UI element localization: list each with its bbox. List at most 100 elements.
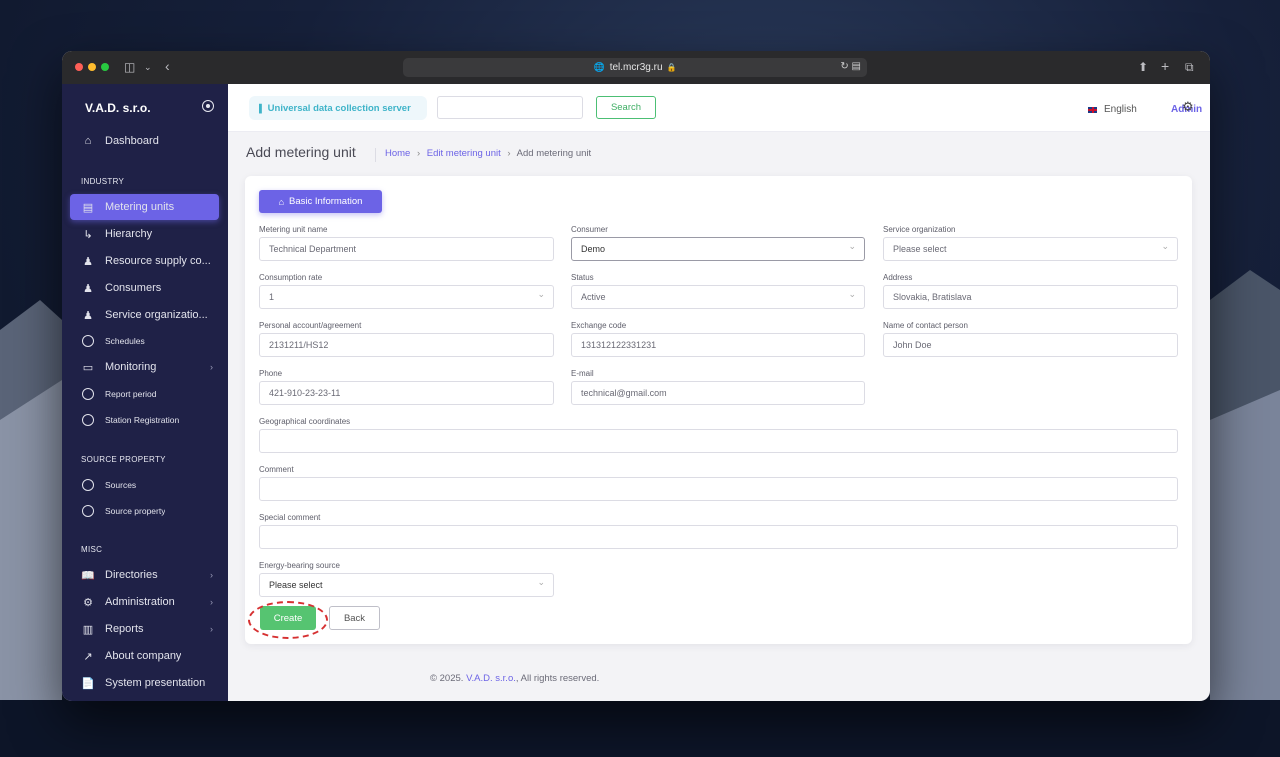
consumer-select[interactable]: Demo (571, 237, 865, 261)
server-icon: ▤ (82, 201, 94, 214)
tab-basic-information[interactable]: ⌂ Basic Information (259, 190, 382, 213)
sidebar-item-report-period[interactable]: Report period (70, 381, 219, 407)
breadcrumb-current: Add metering unit (516, 148, 592, 159)
label-geo-coordinates: Geographical coordinates (259, 417, 351, 426)
breadcrumb: Home › Edit metering unit › Add metering… (375, 148, 591, 162)
sidebar: V.A.D. s.r.o. ⌂ Dashboard INDUSTRY ▤ Met… (62, 84, 228, 701)
sidebar-item-about-company[interactable]: ↗ About company (70, 643, 219, 669)
circle-icon (82, 479, 94, 491)
monitor-icon: ▭ (82, 361, 94, 374)
book-icon: 📖 (81, 569, 95, 582)
reload-icon[interactable]: ↻ ▤ (840, 61, 861, 72)
back-nav-icon[interactable]: ‹ (165, 58, 170, 74)
language-selector[interactable]: English (1087, 104, 1137, 115)
back-button[interactable]: Back (329, 606, 380, 630)
sidebar-toggle-icon[interactable]: ◫ (124, 60, 135, 74)
section-misc: MISC (81, 545, 103, 554)
close-window-button[interactable] (75, 63, 83, 71)
energy-source-select[interactable]: Please select (259, 573, 554, 597)
users-icon: ♟ (83, 309, 93, 322)
sidebar-item-label: System presentation (105, 677, 206, 689)
form-card: ⌂ Basic Information Metering unit name T… (245, 176, 1192, 644)
settings-gear-icon[interactable]: ⚙ (1182, 99, 1194, 115)
minimize-window-button[interactable] (88, 63, 96, 71)
sidebar-item-system-presentation[interactable]: 📄 System presentation (70, 670, 219, 696)
sidebar-item-administration[interactable]: ⚙ Administration › (70, 589, 219, 615)
chevron-down-icon[interactable]: ⌄ (144, 62, 152, 73)
email-input[interactable]: technical@gmail.com (571, 381, 865, 405)
home-icon: ⌂ (84, 135, 92, 147)
geo-coordinates-input[interactable] (259, 429, 1178, 453)
file-icon: 📄 (81, 677, 95, 690)
gear-icon: ⚙ (83, 596, 93, 609)
sidebar-item-monitoring[interactable]: ▭ Monitoring › (70, 354, 219, 380)
breadcrumb-separator-icon: › (507, 148, 511, 159)
sidebar-item-label: Metering units (105, 201, 175, 213)
sidebar-item-resource-supply[interactable]: ♟ Resource supply co... (70, 248, 219, 274)
label-email: E-mail (571, 369, 594, 378)
sidebar-item-consumers[interactable]: ♟ Consumers (70, 275, 219, 301)
circle-icon (82, 505, 94, 517)
section-source-property: SOURCE PROPERTY (81, 455, 166, 464)
search-button[interactable]: Search (596, 96, 656, 119)
consumption-rate-select[interactable]: 1 (259, 285, 554, 309)
address-bar[interactable]: 🌐 tel.mcr3g.ru 🔒 ↻ ▤ (403, 58, 867, 77)
comment-input[interactable] (259, 477, 1178, 501)
chevron-right-icon: › (210, 570, 213, 580)
sidebar-item-label: Directories (105, 569, 158, 581)
label-comment: Comment (259, 465, 294, 474)
page-title: Add metering unit (246, 144, 356, 160)
sidebar-item-source-property[interactable]: Source property (70, 498, 219, 524)
bar-chart-icon: ▌ (259, 103, 265, 113)
sidebar-item-directories[interactable]: 📖 Directories › (70, 562, 219, 588)
browser-titlebar: ◫ ⌄ ‹ 🌐 tel.mcr3g.ru 🔒 ↻ ▤ ⬆ + ⧉ (62, 51, 1210, 84)
circle-icon (82, 388, 94, 400)
sidebar-item-schedules[interactable]: Schedules (70, 328, 219, 354)
section-industry: INDUSTRY (81, 177, 125, 186)
label-contact-person: Name of contact person (883, 321, 968, 330)
sidebar-item-label: Service organizatio... (105, 309, 208, 321)
contact-person-input[interactable]: John Doe (883, 333, 1178, 357)
maximize-window-button[interactable] (101, 63, 109, 71)
sidebar-item-reports[interactable]: ▥ Reports › (70, 616, 219, 642)
sidebar-item-label: Sources (105, 480, 137, 490)
sidebar-item-label: Schedules (105, 336, 145, 346)
status-select[interactable]: Active (571, 285, 865, 309)
tabs-overview-icon[interactable]: ⧉ (1185, 60, 1194, 75)
sidebar-item-label: Administration (105, 596, 175, 608)
label-metering-unit-name: Metering unit name (259, 225, 328, 234)
sidebar-item-sources[interactable]: Sources (70, 472, 219, 498)
breadcrumb-home[interactable]: Home (385, 148, 410, 159)
share-icon[interactable]: ⬆ (1138, 60, 1148, 74)
sidebar-item-service-organization[interactable]: ♟ Service organizatio... (70, 302, 219, 328)
uk-flag-icon (1087, 105, 1098, 114)
service-organization-select[interactable]: Please select (883, 237, 1178, 261)
sidebar-item-station-registration[interactable]: Station Registration (70, 407, 219, 433)
label-energy-source: Energy-bearing source (259, 561, 340, 570)
server-badge[interactable]: ▌ Universal data collection server (249, 96, 427, 120)
sidebar-item-metering-units[interactable]: ▤ Metering units (70, 194, 219, 220)
metering-unit-name-input[interactable]: Technical Department (259, 237, 554, 261)
users-icon: ♟ (83, 255, 93, 268)
phone-input[interactable]: 421-910-23-23-11 (259, 381, 554, 405)
sidebar-item-label: Hierarchy (105, 228, 153, 240)
label-consumer: Consumer (571, 225, 608, 234)
browser-window: ◫ ⌄ ‹ 🌐 tel.mcr3g.ru 🔒 ↻ ▤ ⬆ + ⧉ V.A.D. … (62, 51, 1210, 701)
sidebar-item-hierarchy[interactable]: ↳ Hierarchy (70, 221, 219, 247)
footer-rights: , All rights reserved. (515, 673, 600, 684)
circle-icon (82, 414, 94, 426)
tab-label: Basic Information (289, 196, 363, 207)
special-comment-input[interactable] (259, 525, 1178, 549)
target-icon[interactable] (202, 100, 214, 112)
new-tab-icon[interactable]: + (1161, 58, 1169, 74)
url-text: tel.mcr3g.ru (609, 62, 663, 73)
footer-company-link[interactable]: V.A.D. s.r.o. (466, 673, 516, 684)
breadcrumb-edit-metering-unit[interactable]: Edit metering unit (427, 148, 501, 159)
sidebar-item-dashboard[interactable]: ⌂ Dashboard (70, 128, 219, 154)
address-input[interactable]: Slovakia, Bratislava (883, 285, 1178, 309)
exchange-code-input[interactable]: 131312122331231 (571, 333, 865, 357)
lock-icon: 🔒 (666, 63, 677, 72)
personal-account-input[interactable]: 2131211/HS12 (259, 333, 554, 357)
external-link-icon: ↗ (83, 650, 93, 663)
search-input[interactable] (437, 96, 583, 119)
